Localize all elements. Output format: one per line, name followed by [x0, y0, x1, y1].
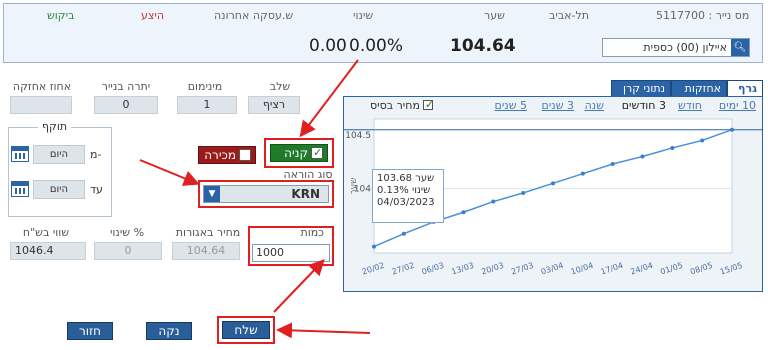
arrow-to-quantity [273, 259, 325, 313]
arrow-to-order-type [139, 159, 200, 186]
arrow-to-buy [299, 59, 359, 138]
arrow-to-send [276, 322, 371, 339]
annotation-arrows [139, 59, 371, 339]
